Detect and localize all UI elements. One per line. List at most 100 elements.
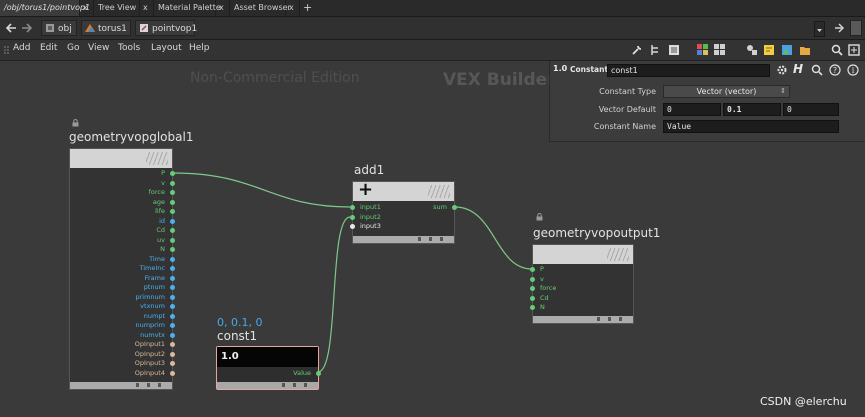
port-connector[interactable] [170, 218, 175, 224]
gear-icon[interactable] [776, 64, 788, 76]
node-footer-handles[interactable] [136, 383, 162, 387]
tree-layout-icon[interactable] [650, 44, 662, 56]
lock-icon[interactable] [72, 119, 79, 127]
node-const1[interactable]: 1.0 Value [216, 346, 321, 390]
port-connector[interactable] [170, 361, 175, 366]
port-connector[interactable] [170, 209, 175, 214]
color-palette-icon[interactable] [697, 44, 709, 56]
port-connector[interactable] [530, 286, 535, 291]
breadcrumb-obj[interactable]: obj [41, 20, 77, 36]
tab-asset-browser[interactable]: Asset Browser [230, 0, 291, 16]
vector-default-y-field[interactable]: 0.1 [723, 103, 781, 116]
tab-close-button[interactable]: x [140, 0, 154, 16]
port-connector[interactable] [170, 294, 175, 300]
port-connector[interactable] [530, 267, 535, 272]
port-connector[interactable] [170, 370, 175, 376]
port-connector[interactable] [350, 224, 355, 229]
port-connector[interactable] [170, 237, 175, 243]
port-connector[interactable] [170, 266, 175, 271]
sticky-note-icon[interactable] [763, 44, 775, 56]
port-connector[interactable] [530, 305, 535, 310]
port-connector[interactable] [170, 304, 175, 309]
tab-close-button[interactable]: x [80, 0, 94, 16]
image-icon[interactable] [781, 44, 793, 56]
node-add1[interactable]: + input1 input2 input3 sum [350, 179, 457, 244]
node-footer-handles[interactable] [418, 237, 444, 241]
node-flag-area[interactable] [428, 185, 450, 198]
node-flag-area[interactable] [607, 248, 629, 261]
node-label-global[interactable]: geometryvopglobal1 [69, 130, 193, 144]
port-connector[interactable] [316, 371, 321, 376]
port-connector[interactable] [170, 275, 175, 281]
list-view-icon[interactable] [668, 44, 680, 56]
port-connector[interactable] [170, 247, 175, 252]
maximize-icon[interactable] [848, 44, 860, 56]
tab-close-button[interactable]: x [286, 0, 300, 16]
magnifier-icon[interactable] [811, 64, 823, 76]
port-connector[interactable] [170, 332, 175, 338]
constant-name-field[interactable]: Value [663, 120, 839, 133]
menu-add[interactable]: Add [13, 43, 30, 53]
node-flag-area[interactable] [146, 152, 168, 165]
question-icon[interactable]: ? [829, 64, 841, 76]
port-connector[interactable] [170, 342, 175, 347]
constant-type-menu[interactable]: Vector (vector) ⇕ [663, 85, 790, 98]
node-header[interactable] [70, 149, 172, 168]
menu-view[interactable]: View [88, 43, 109, 53]
menu-help[interactable]: Help [189, 43, 210, 53]
port-connector[interactable] [170, 323, 175, 328]
node-header[interactable] [533, 245, 633, 264]
breadcrumb-pointvop1[interactable]: pointvop1 [135, 20, 197, 36]
port-connector[interactable] [170, 199, 175, 205]
menu-layout[interactable]: Layout [151, 43, 182, 53]
port-connector[interactable] [170, 351, 175, 357]
pin-icon[interactable] [833, 22, 845, 34]
port-connector[interactable] [170, 171, 175, 176]
wrench-icon[interactable] [631, 44, 643, 56]
help-h-icon[interactable]: H [793, 62, 803, 76]
vector-default-z-field[interactable]: 0 [783, 103, 839, 116]
node-header[interactable]: + [353, 179, 454, 201]
port-connector[interactable] [530, 276, 535, 282]
node-footer-handles[interactable] [282, 383, 308, 387]
node-footer-handles[interactable] [597, 317, 623, 321]
grid-icon[interactable] [714, 44, 726, 56]
shapes-icon[interactable] [746, 44, 758, 56]
tab-network-path[interactable]: /obj/torus1/pointvop1 [0, 0, 90, 16]
vector-default-x-field[interactable]: 0 [663, 103, 721, 116]
menu-tools[interactable]: Tools [118, 43, 140, 53]
breadcrumb-torus1[interactable]: torus1 [81, 20, 131, 36]
tab-material-palette[interactable]: Material Palette [154, 0, 221, 16]
node-geometryvopglobal1[interactable]: Pv force age life id Cd uv N Time TimeInc Frame ptn… [69, 148, 175, 390]
wire-value-to-input2 [317, 216, 351, 373]
menu-edit[interactable]: Edit [40, 43, 57, 53]
port-connector[interactable] [452, 205, 457, 210]
menu-go[interactable]: Go [67, 43, 79, 53]
new-tab-button[interactable]: + [300, 0, 314, 16]
tab-tree-view[interactable]: Tree View [94, 0, 140, 16]
node-name-field[interactable]: const1 [607, 64, 770, 77]
port-connector[interactable] [170, 228, 175, 233]
port-connector[interactable] [170, 313, 175, 319]
port-connector[interactable] [170, 285, 175, 290]
magnifier-icon[interactable] [831, 44, 843, 56]
node-header[interactable]: 1.0 [217, 347, 318, 367]
folder-icon[interactable] [799, 44, 811, 56]
port-connector[interactable] [170, 180, 175, 186]
node-label-const[interactable]: const1 [217, 329, 257, 343]
info-icon[interactable]: i [847, 64, 859, 76]
tab-close-button[interactable]: x [216, 0, 230, 16]
path-dropdown-button[interactable] [814, 21, 825, 37]
lock-icon[interactable] [536, 213, 543, 221]
node-label-add[interactable]: add1 [354, 163, 384, 177]
port-connector[interactable] [170, 256, 175, 262]
link-toggle-button[interactable] [850, 20, 862, 36]
node-label-output[interactable]: geometryvopoutput1 [533, 226, 660, 240]
node-geometryvopoutput1[interactable]: Pv force Cd N [530, 244, 634, 324]
port-connector[interactable] [170, 190, 175, 195]
port-connector[interactable] [350, 214, 355, 220]
forward-arrow-icon[interactable] [21, 23, 33, 33]
port-connector[interactable] [530, 295, 535, 301]
back-arrow-icon[interactable] [5, 23, 17, 33]
port-connector[interactable] [350, 205, 355, 210]
